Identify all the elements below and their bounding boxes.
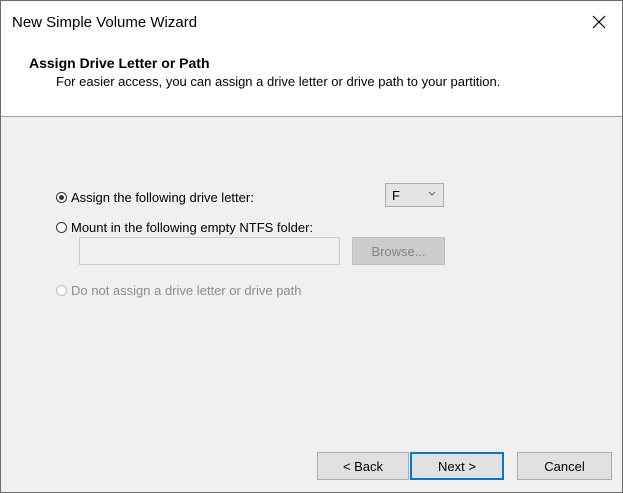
close-button[interactable] — [576, 1, 622, 43]
drive-letter-select[interactable]: F — [385, 183, 444, 207]
mount-folder-option[interactable]: Mount in the following empty NTFS folder… — [56, 220, 313, 235]
back-button[interactable]: < Back — [317, 452, 409, 480]
folder-path-input[interactable] — [79, 237, 340, 265]
mount-folder-label: Mount in the following empty NTFS folder… — [71, 220, 314, 235]
no-assign-radio[interactable] — [56, 285, 67, 296]
page-subtitle: For easier access, you can assign a driv… — [56, 74, 501, 89]
mount-folder-radio[interactable] — [56, 222, 67, 233]
assign-letter-label: Assign the following drive letter: — [71, 190, 254, 205]
wizard-footer: < Back Next > Cancel — [1, 439, 622, 492]
title-bar: New Simple Volume Wizard — [1, 1, 622, 43]
chevron-down-icon — [428, 189, 436, 199]
close-icon — [592, 15, 606, 29]
assign-letter-option[interactable]: Assign the following drive letter: — [56, 190, 254, 205]
page-title: Assign Drive Letter or Path — [29, 55, 210, 71]
no-assign-label: Do not assign a drive letter or drive pa… — [71, 283, 302, 298]
assign-letter-radio[interactable] — [56, 192, 67, 203]
browse-button[interactable]: Browse... — [352, 237, 445, 265]
window-title: New Simple Volume Wizard — [12, 14, 198, 31]
no-assign-option[interactable]: Do not assign a drive letter or drive pa… — [56, 283, 302, 298]
cancel-button[interactable]: Cancel — [517, 452, 612, 480]
wizard-body: Assign the following drive letter: F Mou… — [1, 117, 622, 439]
wizard-header: Assign Drive Letter or Path For easier a… — [1, 43, 622, 117]
next-button[interactable]: Next > — [410, 452, 504, 480]
wizard-window: New Simple Volume Wizard Assign Drive Le… — [0, 0, 623, 493]
drive-letter-value: F — [392, 187, 400, 203]
